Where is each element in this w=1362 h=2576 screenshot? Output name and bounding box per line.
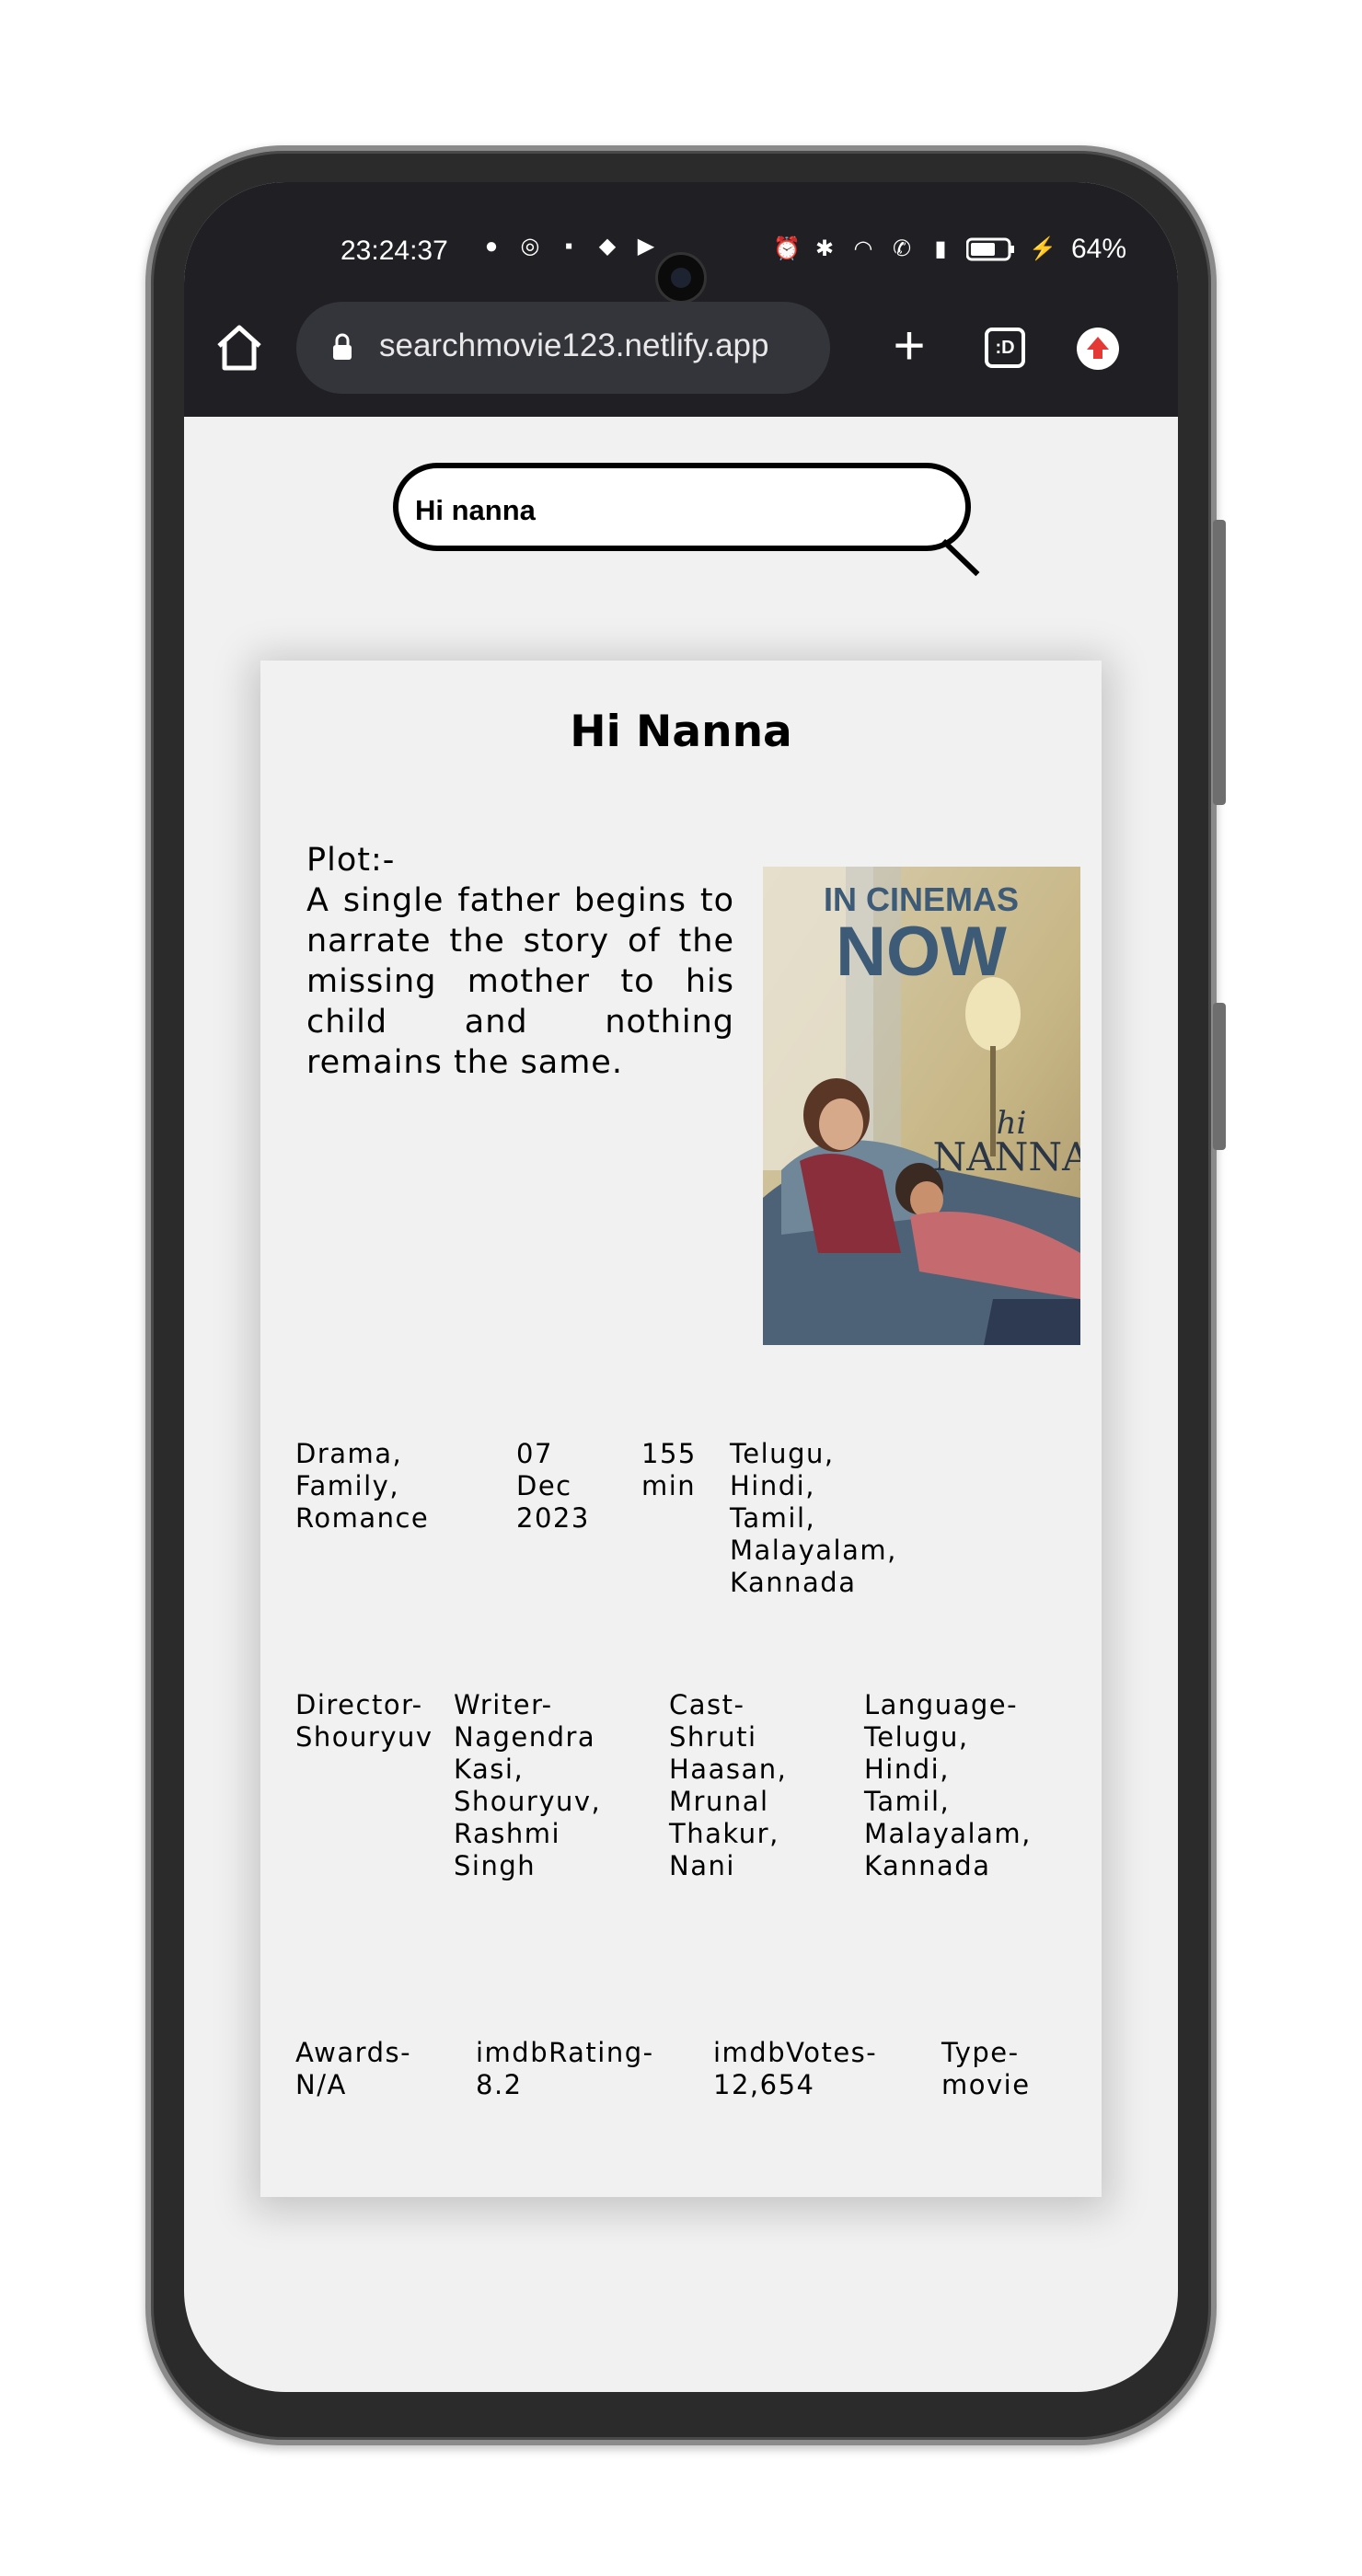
lock-icon xyxy=(333,333,352,360)
call-icon: ✆ xyxy=(892,236,912,261)
runtime: 155 min xyxy=(641,1438,697,1501)
bluetooth-icon: ✱ xyxy=(814,236,835,261)
type: Type- movie xyxy=(941,2037,1031,2100)
address-bar[interactable]: searchmovie123.netlify.app xyxy=(296,302,830,394)
search-box[interactable] xyxy=(393,463,971,551)
url-text[interactable]: searchmovie123.netlify.app xyxy=(379,328,769,364)
charging-icon: ⚡ xyxy=(1029,236,1056,261)
language-detail: Language- Telugu, Hindi, Tamil, Malayala… xyxy=(864,1689,1032,1881)
cast: Cast- Shruti Haasan, Mrunal Thakur, Nani xyxy=(669,1689,788,1881)
alarm-icon: ⏰ xyxy=(773,236,801,261)
home-icon[interactable] xyxy=(212,320,267,375)
youtube-icon: ▶ xyxy=(637,234,655,259)
battery-icon xyxy=(966,237,1014,261)
languages: Telugu, Hindi, Tamil, Malayalam, Kannada xyxy=(730,1438,897,1598)
search-input[interactable] xyxy=(415,492,930,529)
front-camera xyxy=(655,252,707,304)
writer: Writer- Nagendra Kasi, Shouryuv, Rashmi … xyxy=(454,1689,602,1881)
movie-poster: IN CINEMAS NOW hi NANNA xyxy=(763,867,1080,1345)
update-arrow-icon[interactable] xyxy=(1077,328,1119,370)
status-bar: 23:24:37 ● ◎ ▪ ◆ ▶ ⏰ ✱ ◠ ✆ ▮ ⚡ 64% xyxy=(184,228,1178,304)
movie-title: Hi Nanna xyxy=(570,707,792,757)
signal-icon: ▮ xyxy=(934,236,947,261)
notification-icons: ● ◎ ▪ ◆ ▶ xyxy=(479,234,659,259)
magnifier-handle-icon xyxy=(941,538,980,577)
plot-section: Plot:- A single father begins to narrate… xyxy=(306,840,734,1083)
imdb-rating: imdbRating- 8.2 xyxy=(476,2037,654,2100)
plot-label: Plot:- xyxy=(306,842,396,879)
browser-toolbar: searchmovie123.netlify.app + :D xyxy=(184,302,1178,394)
phone-screen: 23:24:37 ● ◎ ▪ ◆ ▶ ⏰ ✱ ◠ ✆ ▮ ⚡ 64% searc… xyxy=(184,182,1178,2392)
battery-level: 64% xyxy=(1071,234,1127,264)
movie-card: Hi Nanna Plot:- A single father begins t… xyxy=(260,661,1102,2197)
paytm-icon: ◆ xyxy=(598,234,617,259)
director: Director- Shouryuv xyxy=(295,1689,433,1753)
chat-icon: ● xyxy=(484,234,499,259)
genre: Drama, Family, Romance xyxy=(295,1438,430,1534)
app-icon: ▪ xyxy=(564,234,573,259)
new-tab-plus-icon[interactable]: + xyxy=(882,318,937,375)
release-date: 07 Dec 2023 xyxy=(516,1438,590,1534)
power-button xyxy=(1213,1003,1226,1150)
instagram-icon: ◎ xyxy=(520,234,540,259)
poster-banner-line2: NOW xyxy=(836,913,1007,991)
tab-switcher-button[interactable]: :D xyxy=(985,328,1025,368)
wifi-icon: ◠ xyxy=(853,236,873,261)
poster-title-big: NANNA xyxy=(933,1134,1080,1179)
system-icons: ⏰ ✱ ◠ ✆ ▮ ⚡ 64% xyxy=(773,234,1126,265)
awards: Awards- N/A xyxy=(295,2037,412,2100)
search-bar xyxy=(393,463,982,577)
browser-top-bar: 23:24:37 ● ◎ ▪ ◆ ▶ ⏰ ✱ ◠ ✆ ▮ ⚡ 64% searc… xyxy=(184,182,1178,417)
imdb-votes: imdbVotes- 12,654 xyxy=(713,2037,878,2100)
plot-text: A single father begins to narrate the st… xyxy=(306,882,734,1081)
status-time: 23:24:37 xyxy=(340,236,448,266)
volume-button xyxy=(1213,520,1226,805)
